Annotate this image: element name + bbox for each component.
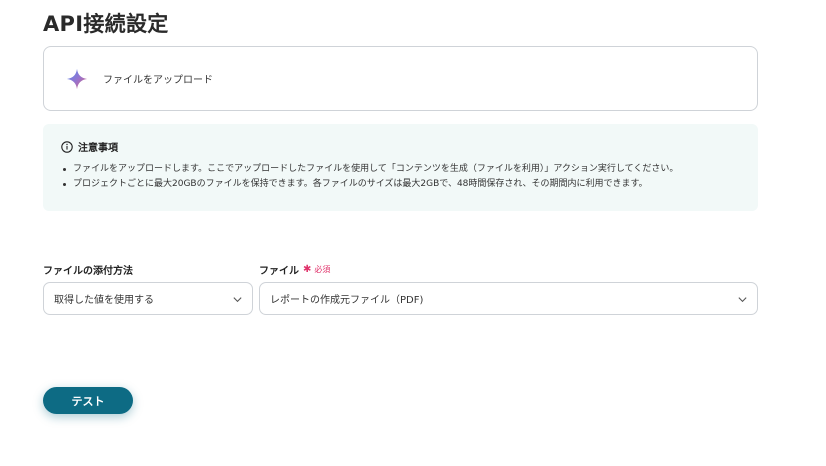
page-title: API接続設定 [43,12,169,36]
upload-action-card[interactable]: ファイルをアップロード [43,46,758,111]
notice-header: 注意事項 [61,139,758,154]
notice-item: ファイルをアップロードします。ここでアップロードしたファイルを使用して「コンテン… [61,162,758,177]
notice-item: プロジェクトごとに最大20GBのファイルを保持できます。各ファイルのサイズは最大… [61,177,758,192]
page: API接続設定 ファイルをアップロード 注意事項 ファイルをアップロードします。… [0,0,826,466]
notice-heading: 注意事項 [78,143,118,154]
file-field-label: ファイル ✱ 必須 [259,262,330,277]
notice-list: ファイルをアップロードします。ここでアップロードしたファイルを使用して「コンテン… [61,162,758,192]
file-select-value: レポートの作成元ファイル（PDF) [270,295,424,306]
notice-box: 注意事項 ファイルをアップロードします。ここでアップロードしたファイルを使用して… [43,124,758,211]
file-label-text: ファイル [259,266,299,277]
method-select-value: 取得した値を使用する [54,295,154,306]
method-field-label: ファイルの添付方法 [43,262,133,277]
chevron-down-icon [233,297,242,303]
chevron-down-icon [738,297,747,303]
method-select[interactable]: 取得した値を使用する [43,282,253,315]
method-label-text: ファイルの添付方法 [43,266,133,277]
test-button[interactable]: テスト [43,387,133,414]
upload-action-label: ファイルをアップロード [103,75,213,86]
file-select[interactable]: レポートの作成元ファイル（PDF) [259,282,758,315]
info-icon [61,140,73,153]
required-text: 必須 [314,265,331,274]
sparkle-icon [66,68,88,89]
required-asterisk: ✱ [303,264,312,275]
